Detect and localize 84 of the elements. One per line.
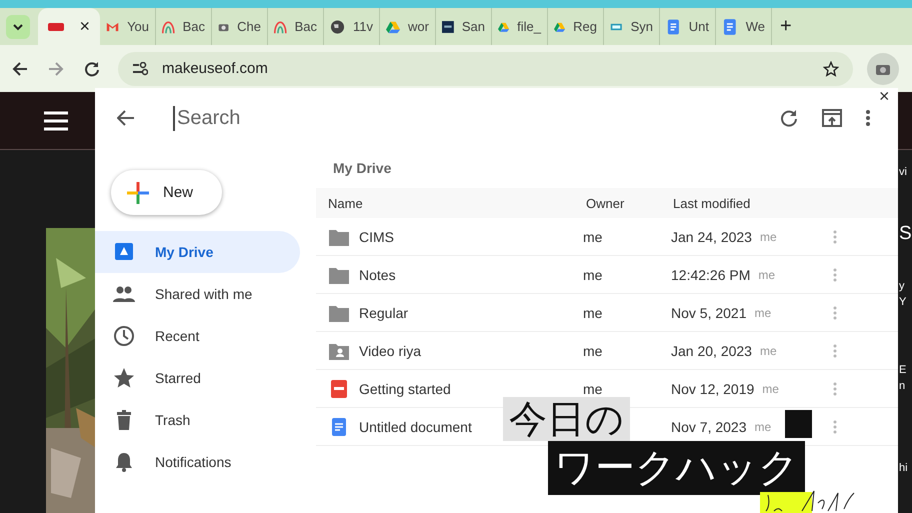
site-icon [722, 18, 738, 34]
file-name[interactable]: Untitled document [359, 418, 472, 434]
nav-item[interactable]: Shared with me [95, 273, 300, 315]
breadcrumb: My Drive [333, 160, 392, 178]
reload-icon[interactable] [84, 60, 100, 76]
page-text-fragment: E [899, 363, 908, 378]
browser-tab[interactable]: Bac [156, 8, 212, 45]
modified-by: me [758, 268, 776, 282]
owner-text: me [583, 304, 602, 320]
modified-by: me [762, 382, 779, 396]
refresh-icon[interactable] [780, 109, 798, 127]
address-bar[interactable]: makeuseof.com [118, 52, 853, 86]
page-text-fragment: Y [899, 295, 908, 310]
browser-tab[interactable]: 11v [324, 8, 380, 45]
owner-text: me [583, 342, 602, 358]
browser-tab[interactable]: San [436, 8, 492, 45]
owner-text: me [583, 266, 602, 282]
file-name[interactable]: Video riya [359, 342, 422, 358]
browser-tab[interactable]: wor [380, 8, 436, 45]
site-icon [330, 18, 345, 34]
new-button[interactable]: New [111, 170, 222, 215]
browser-tab[interactable]: file_ [492, 8, 548, 45]
new-tab-button[interactable]: + [780, 15, 792, 38]
browser-tab[interactable]: Syn [604, 8, 660, 45]
camera-extension-icon[interactable] [867, 52, 899, 84]
modified-date: Jan 24, 2023 [671, 228, 752, 244]
browser-tab[interactable]: We [716, 8, 772, 45]
nav-item[interactable]: Starred [95, 357, 300, 399]
nav-item[interactable]: My Drive [95, 231, 300, 273]
bell-icon [113, 451, 135, 473]
highlight-marker [760, 492, 812, 513]
back-icon[interactable] [12, 60, 28, 76]
nav-item[interactable]: Trash [95, 399, 300, 441]
browser-tab[interactable]: × [38, 8, 100, 45]
menu-icon[interactable] [44, 110, 68, 130]
browser-tab[interactable]: Che [212, 8, 268, 45]
caption-accent [785, 410, 812, 438]
browser-tab[interactable]: Bac [268, 8, 324, 45]
browser-tab[interactable]: Reg [548, 8, 604, 45]
tab-search-icon[interactable] [6, 14, 30, 38]
site-icon [162, 18, 175, 34]
page-text-fragment: hi [899, 461, 909, 476]
column-header[interactable]: Name [316, 196, 574, 210]
file-type-icon [328, 378, 350, 398]
drive-icon [113, 241, 135, 263]
file-name[interactable]: Regular [359, 304, 408, 320]
plus-icon [127, 182, 149, 204]
owner-text: me [583, 228, 602, 244]
site-icon [386, 18, 400, 34]
modified-date: Nov 7, 2023 [671, 418, 746, 434]
column-header[interactable]: Last modified [667, 196, 833, 210]
site-icon [274, 18, 287, 34]
star-icon [113, 367, 135, 389]
modified-by: me [754, 420, 772, 434]
forward-icon[interactable] [48, 60, 64, 76]
nav-item[interactable]: Recent [95, 315, 300, 357]
site-icon [442, 18, 454, 34]
page-text-fragment: vi [899, 165, 908, 180]
modified-by: me [760, 230, 777, 244]
modified-date: Jan 20, 2023 [671, 342, 752, 358]
page-text-fragment: S [899, 222, 912, 246]
file-name[interactable]: CIMS [359, 228, 394, 244]
file-name[interactable]: Notes [359, 266, 396, 282]
owner-text: me [583, 380, 602, 396]
file-name[interactable]: Getting started [359, 380, 451, 396]
page-text-fragment: n [899, 379, 906, 394]
open-in-window-icon[interactable] [822, 109, 842, 127]
more-icon[interactable] [866, 110, 870, 126]
modified-by: me [760, 344, 777, 358]
close-button[interactable]: × [879, 86, 890, 106]
caption-text: ワークハック [548, 441, 805, 495]
site-icon [666, 18, 681, 34]
back-arrow-icon[interactable] [117, 110, 135, 126]
clock-icon [113, 325, 135, 347]
browser-tab[interactable]: Unt [660, 8, 716, 45]
browser-tab[interactable]: You [100, 8, 156, 45]
modified-by: me [754, 306, 772, 320]
caption-text: 今日の [503, 397, 630, 441]
modified-date: Nov 5, 2021 [671, 304, 746, 320]
nav-item[interactable]: Notifications [95, 441, 300, 483]
column-header[interactable]: Owner [574, 196, 667, 210]
modified-date: 12:42:26 PM [671, 266, 750, 282]
page-text-fragment: y [899, 279, 906, 294]
modified-date: Nov 12, 2019 [671, 380, 754, 396]
